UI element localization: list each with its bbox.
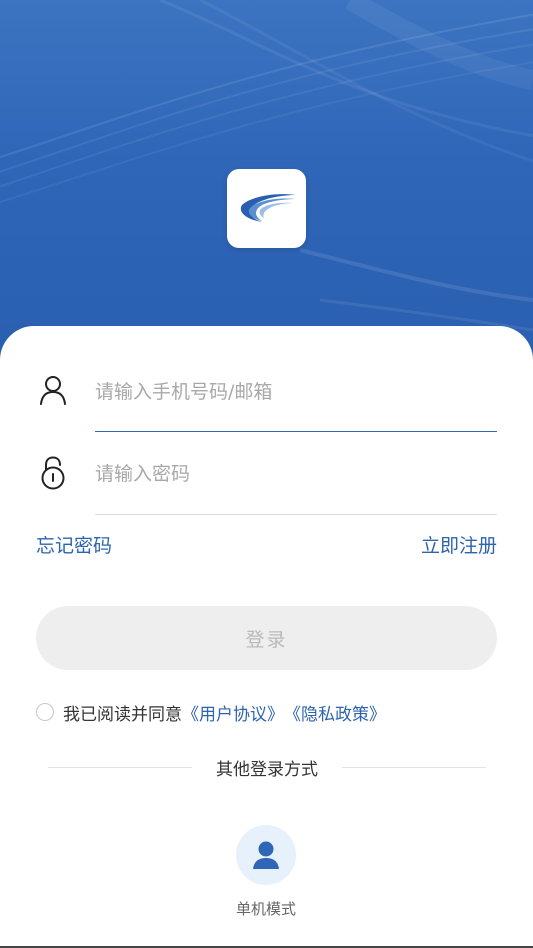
other-login-title: 其他登录方式 [216, 759, 318, 780]
login-screen: 忘记密码 立即注册 登录 我已阅读并同意 《用户协议》 《隐私政策》 其他登录方… [0, 0, 533, 948]
swoosh-logo-icon [240, 193, 296, 222]
lock-icon [36, 456, 70, 490]
agreement-checkbox[interactable] [36, 703, 54, 721]
offline-mode-label: 单机模式 [235, 900, 296, 918]
password-input[interactable] [95, 454, 497, 494]
user-agreement-link[interactable]: 《用户协议》 [182, 700, 284, 725]
account-input[interactable] [95, 372, 497, 412]
password-underline [95, 514, 497, 515]
other-login-divider: 其他登录方式 [48, 754, 486, 780]
divider-line-right [342, 766, 486, 768]
account-underline [95, 431, 497, 432]
agreement-row: 我已阅读并同意 《用户协议》 《隐私政策》 [36, 699, 386, 725]
person-icon [253, 841, 279, 869]
login-card: 忘记密码 立即注册 登录 我已阅读并同意 《用户协议》 《隐私政策》 其他登录方… [0, 326, 533, 948]
password-field-row [36, 449, 497, 515]
divider-line-left [48, 766, 192, 768]
login-button[interactable]: 登录 [36, 606, 497, 670]
forgot-password-link[interactable]: 忘记密码 [36, 531, 112, 558]
offline-mode-button[interactable] [236, 825, 296, 885]
hero-banner [0, 0, 533, 360]
privacy-policy-link[interactable]: 《隐私政策》 [284, 700, 386, 725]
account-field-row [36, 366, 497, 432]
app-logo [227, 169, 306, 248]
agreement-prefix: 我已阅读并同意 [63, 704, 182, 725]
user-icon [36, 373, 70, 407]
register-link[interactable]: 立即注册 [421, 531, 497, 558]
